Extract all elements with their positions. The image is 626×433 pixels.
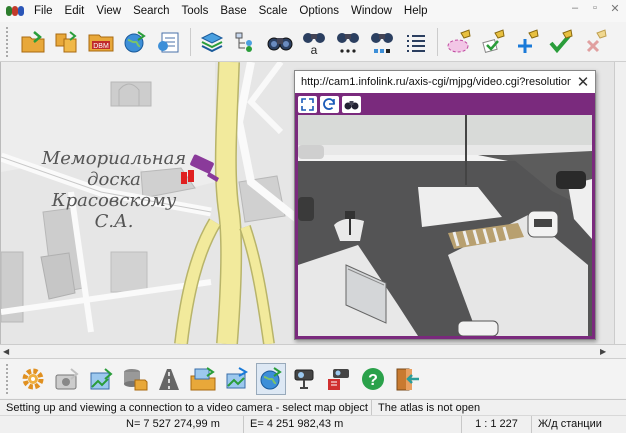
coordinates-bar: N= 7 527 274,99 m E= 4 251 982,43 m 1 : … xyxy=(0,415,626,433)
east-coordinate: E= 4 251 982,43 m xyxy=(244,416,462,433)
settings-icon[interactable] xyxy=(18,363,48,395)
binoculars-text-icon[interactable]: a xyxy=(299,26,329,58)
dbm-button[interactable]: DBM xyxy=(86,26,116,58)
open-folder-icon[interactable] xyxy=(18,26,48,58)
camera-frame-image xyxy=(298,115,592,336)
horizontal-scrollbar[interactable]: ◀ ▶ xyxy=(0,344,626,358)
camera-photo-icon[interactable] xyxy=(52,363,82,395)
minimize-button[interactable]: – xyxy=(568,2,582,15)
delete-object-icon[interactable] xyxy=(580,26,610,58)
menu-help[interactable]: Help xyxy=(398,0,434,22)
refresh-icon[interactable] xyxy=(320,95,339,113)
camera-title-bar[interactable]: http://cam1.infolink.ru/axis-cgi/mjpg/vi… xyxy=(295,71,595,93)
scroll-right-icon[interactable]: ▶ xyxy=(600,347,606,356)
binoculars-dots-icon[interactable] xyxy=(333,26,363,58)
close-button[interactable]: ✕ xyxy=(608,2,622,15)
video-camera-settings-icon[interactable] xyxy=(324,363,354,395)
select-area-icon[interactable] xyxy=(444,26,474,58)
binoculars-text-label: a xyxy=(311,43,318,55)
globe-sync-icon[interactable] xyxy=(256,362,286,395)
check-object-icon[interactable] xyxy=(478,26,508,58)
menu-scale[interactable]: Scale xyxy=(253,0,294,22)
map-list-icon[interactable] xyxy=(154,26,184,58)
memorial-label: Мемориальная доска Красовскому С.А. xyxy=(19,148,209,232)
scale-value: 1 : 1 227 xyxy=(462,416,532,433)
camera-window: http://cam1.infolink.ru/axis-cgi/mjpg/vi… xyxy=(294,70,596,340)
main-toolbar: DBM a xyxy=(0,22,626,62)
bottom-toolbar: ? xyxy=(0,358,626,398)
fit-screen-icon[interactable] xyxy=(298,95,317,113)
open-multiple-icon[interactable] xyxy=(52,26,82,58)
menu-search[interactable]: Search xyxy=(127,0,175,22)
menu-tools[interactable]: Tools xyxy=(176,0,215,22)
database-icon[interactable] xyxy=(120,363,150,395)
globe-icon[interactable] xyxy=(120,26,150,58)
app-logo-icon xyxy=(6,4,24,18)
menu-bar: File Edit View Search Tools Base Scale O… xyxy=(0,0,626,22)
menu-edit[interactable]: Edit xyxy=(59,0,91,22)
list-icon[interactable] xyxy=(401,26,431,58)
add-object-icon[interactable] xyxy=(512,26,542,58)
menu-file[interactable]: File xyxy=(28,0,59,22)
dbm-label: DBM xyxy=(93,43,109,50)
menu-options[interactable]: Options xyxy=(293,0,345,22)
binoculars-icon[interactable] xyxy=(265,26,295,58)
memorial-line-4: С.А. xyxy=(94,211,134,232)
binoculars-dots-blue-icon[interactable] xyxy=(367,26,397,58)
active-layer: Ж/д станции xyxy=(538,418,602,430)
toolbar-separator xyxy=(190,27,191,56)
video-camera-icon[interactable] xyxy=(290,363,320,395)
exit-icon[interactable] xyxy=(392,363,422,395)
svg-text:?: ? xyxy=(368,372,378,389)
confirm-object-icon[interactable] xyxy=(546,26,576,58)
memorial-line-1: Мемориальная xyxy=(41,148,187,169)
scroll-left-icon[interactable]: ◀ xyxy=(3,347,9,356)
status-message: Setting up and viewing a connection to a… xyxy=(0,400,372,415)
binoculars-icon[interactable] xyxy=(342,95,361,113)
toolbar-grip[interactable] xyxy=(6,363,10,394)
camera-toolbar xyxy=(295,93,595,115)
photo-sync-icon[interactable] xyxy=(222,363,252,395)
camera-video-feed xyxy=(295,115,595,339)
layers-icon[interactable] xyxy=(197,26,227,58)
camera-close-button[interactable]: ✕ xyxy=(571,73,595,91)
memorial-line-2: доска xyxy=(87,169,141,190)
memorial-line-3: Красовскому xyxy=(51,190,177,211)
north-coordinate: N= 7 527 274,99 m xyxy=(120,416,244,433)
tree-icon[interactable] xyxy=(231,26,261,58)
status-bar: Setting up and viewing a connection to a… xyxy=(0,399,626,415)
road-icon[interactable] xyxy=(154,363,184,395)
toolbar-grip[interactable] xyxy=(6,26,10,57)
vertical-scrollbar[interactable] xyxy=(614,62,626,344)
image-folder-icon[interactable] xyxy=(188,363,218,395)
menu-window[interactable]: Window xyxy=(345,0,398,22)
image-export-icon[interactable] xyxy=(86,363,116,395)
atlas-status: The atlas is not open xyxy=(378,402,481,414)
menu-base[interactable]: Base xyxy=(214,0,252,22)
camera-url: http://cam1.infolink.ru/axis-cgi/mjpg/vi… xyxy=(301,76,571,88)
help-icon[interactable]: ? xyxy=(358,363,388,395)
menu-view[interactable]: View xyxy=(90,0,127,22)
toolbar-separator xyxy=(437,27,438,56)
restore-button[interactable]: ▫ xyxy=(588,2,602,15)
